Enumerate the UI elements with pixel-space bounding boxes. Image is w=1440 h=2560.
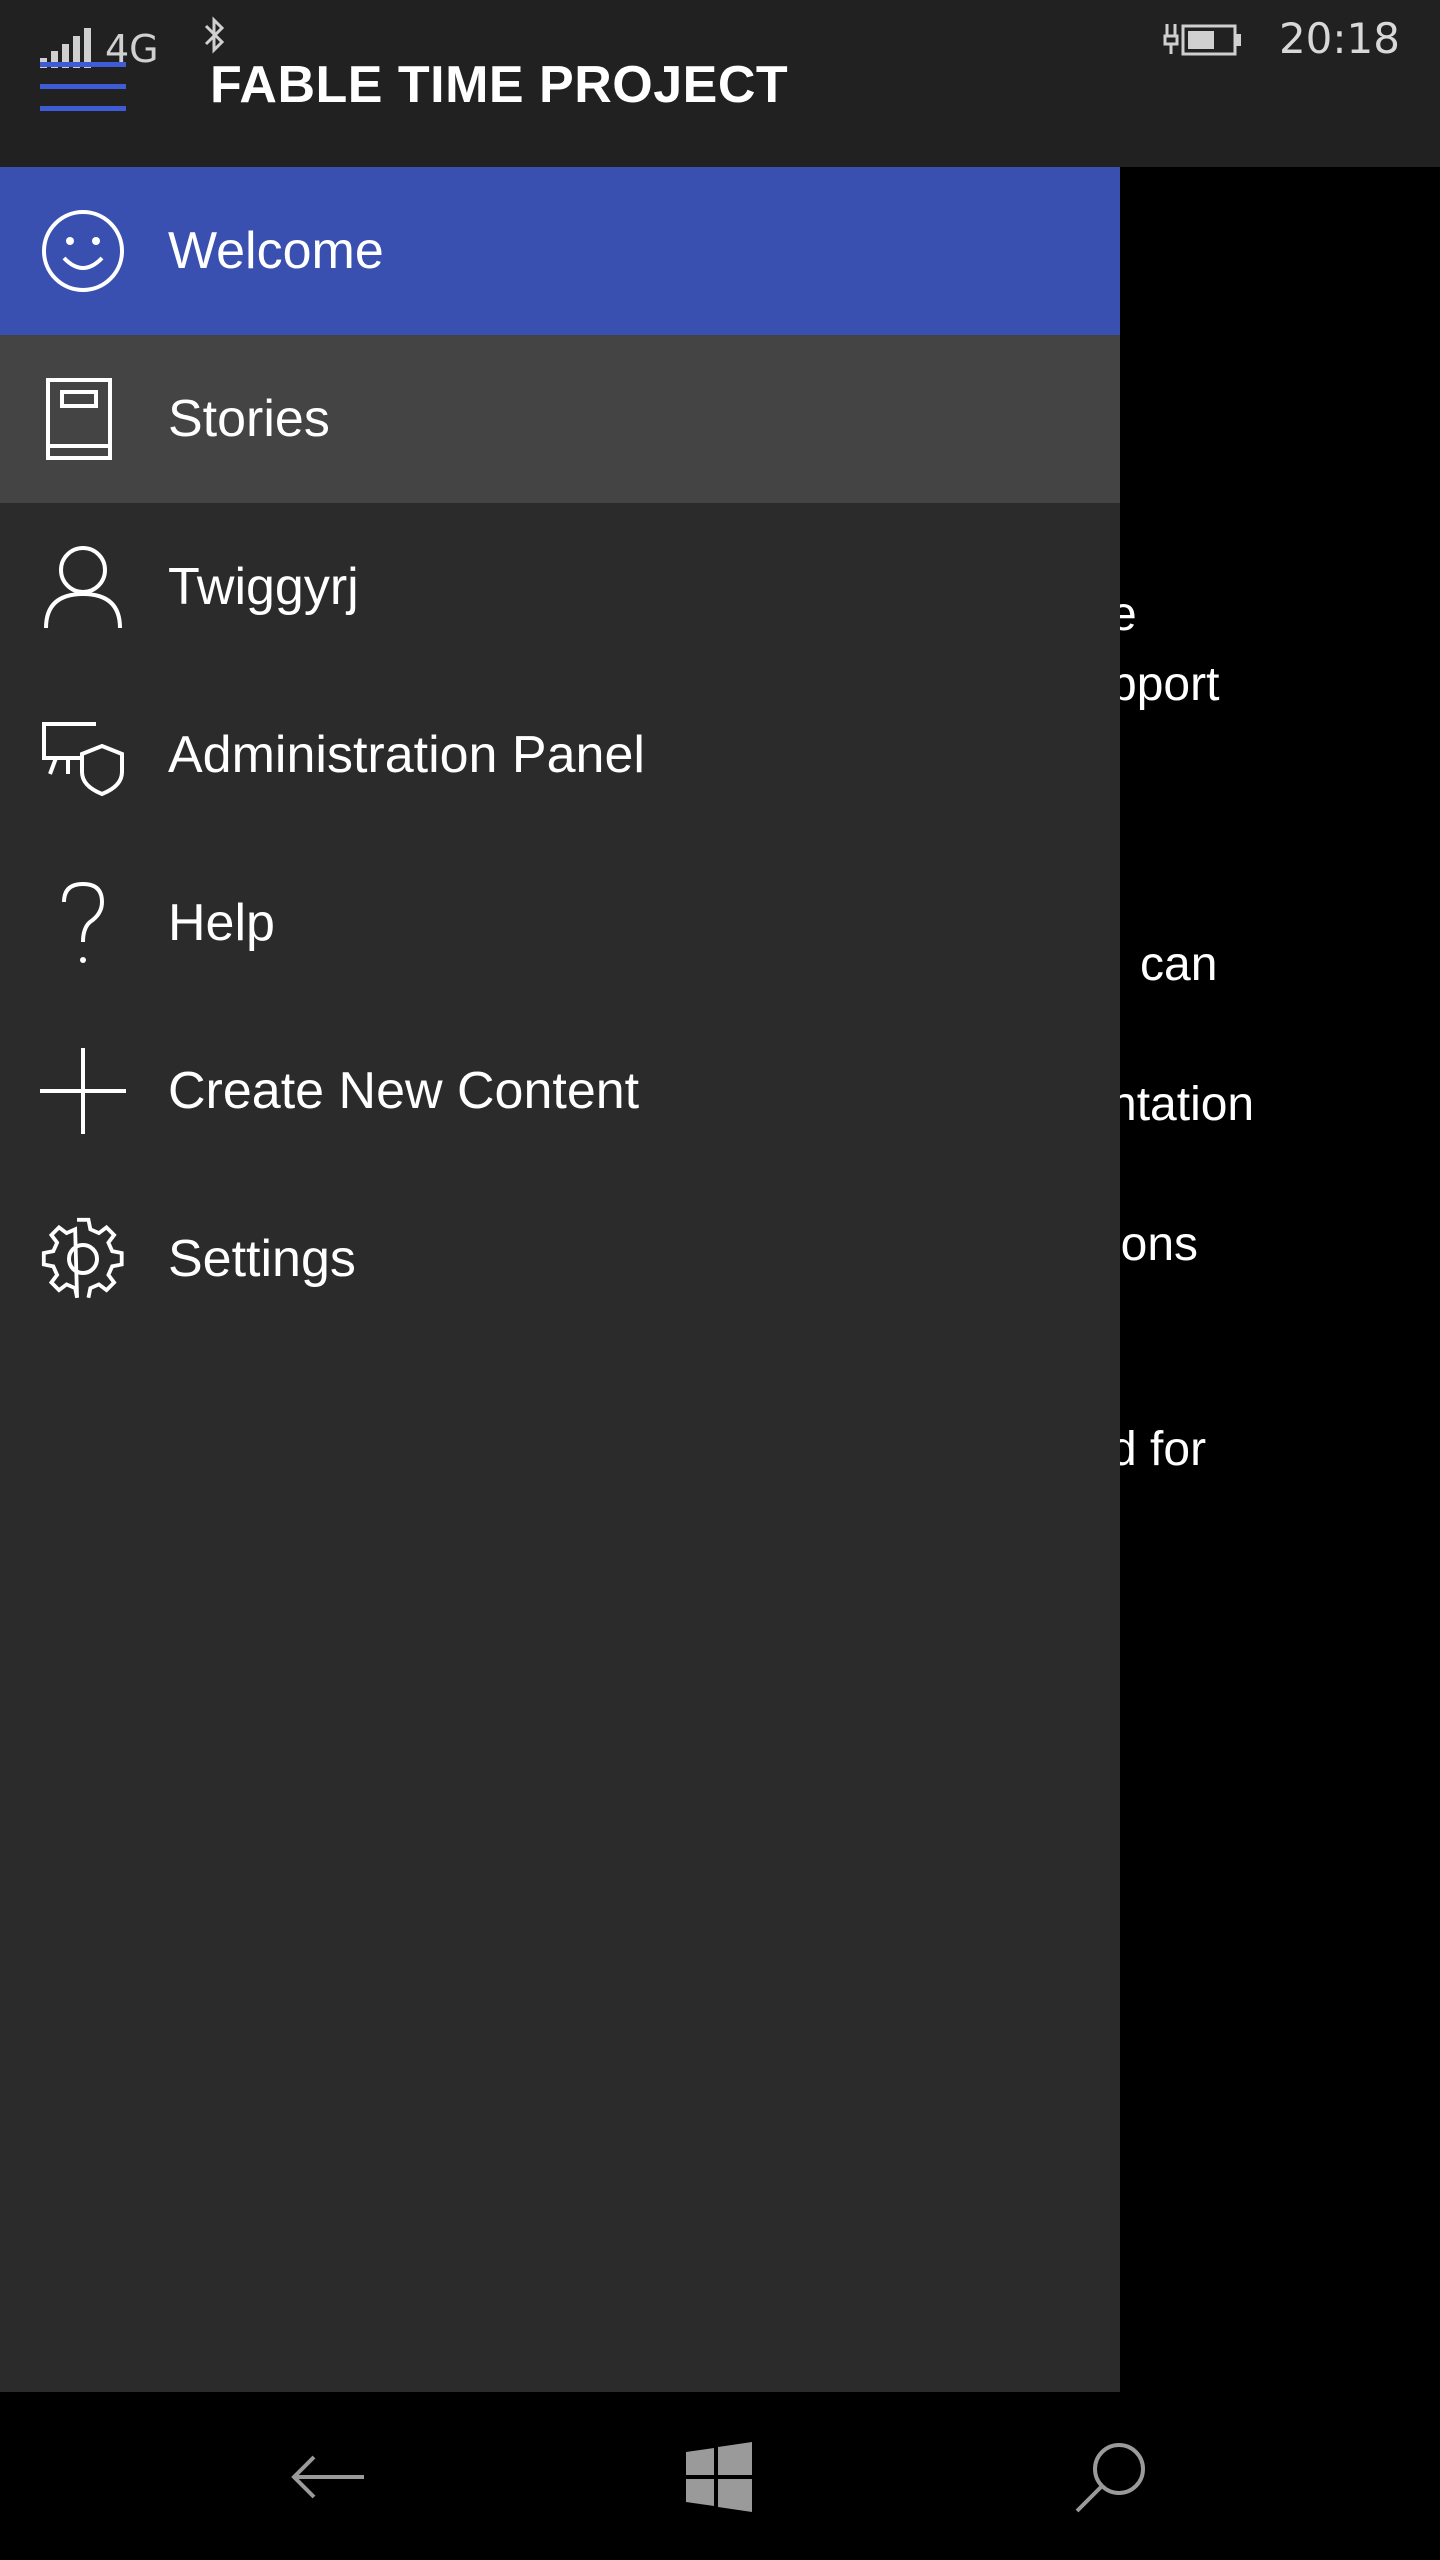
nav-label: Create New Content (168, 1062, 640, 1120)
gear-icon (40, 1216, 126, 1302)
nav-item-help[interactable]: Help (0, 839, 1120, 1007)
background-text-line: pport (1120, 658, 1220, 711)
nav-item-administration-panel[interactable]: Administration Panel (0, 671, 1120, 839)
smiley-icon (40, 208, 126, 294)
nav-item-settings[interactable]: Settings (0, 1175, 1120, 1343)
bluetooth-icon (204, 16, 225, 54)
admin-shield-icon (40, 712, 126, 798)
nav-label: Settings (168, 1230, 356, 1288)
clock: 20:18 (1278, 14, 1400, 63)
nav-label: Welcome (168, 222, 384, 280)
background-text-line: ntation (1120, 1078, 1255, 1131)
app-title: FABLE TIME PROJECT (210, 56, 789, 114)
background-text-line: can (1140, 938, 1218, 991)
background-page-content: e pport can ntation ions d for (1120, 167, 1440, 2392)
nav-item-welcome[interactable]: Welcome (0, 167, 1120, 335)
background-text-line: ions (1120, 1218, 1199, 1271)
book-icon (40, 376, 126, 462)
nav-item-create-new-content[interactable]: Create New Content (0, 1007, 1120, 1175)
person-icon (40, 544, 126, 630)
plus-icon (40, 1048, 126, 1134)
status-left: 4G (40, 18, 159, 68)
search-icon[interactable] (1066, 2432, 1156, 2522)
nav-label: Help (168, 894, 275, 952)
nav-item-stories[interactable]: Stories (0, 335, 1120, 503)
background-text-line: e (1120, 588, 1137, 641)
back-arrow-icon[interactable] (283, 2432, 373, 2522)
nav-label: Stories (168, 390, 330, 448)
question-icon (40, 880, 126, 966)
windows-start-icon[interactable] (674, 2432, 764, 2522)
nav-label: Administration Panel (168, 726, 645, 784)
top-app-bar: 4G 20:18 FABLE TIME PROJECT (0, 0, 1440, 167)
nav-item-profile[interactable]: Twiggyrj (0, 503, 1120, 671)
navigation-drawer: Welcome Stories Twiggyrj Administration … (0, 167, 1120, 2392)
hamburger-menu-button[interactable] (40, 62, 126, 112)
nav-label: Twiggyrj (168, 558, 359, 616)
battery-charging-icon (1163, 23, 1241, 55)
background-text-line: d for (1120, 1423, 1207, 1476)
system-navigation-bar (0, 2392, 1440, 2560)
status-right: 20:18 (1163, 14, 1400, 63)
